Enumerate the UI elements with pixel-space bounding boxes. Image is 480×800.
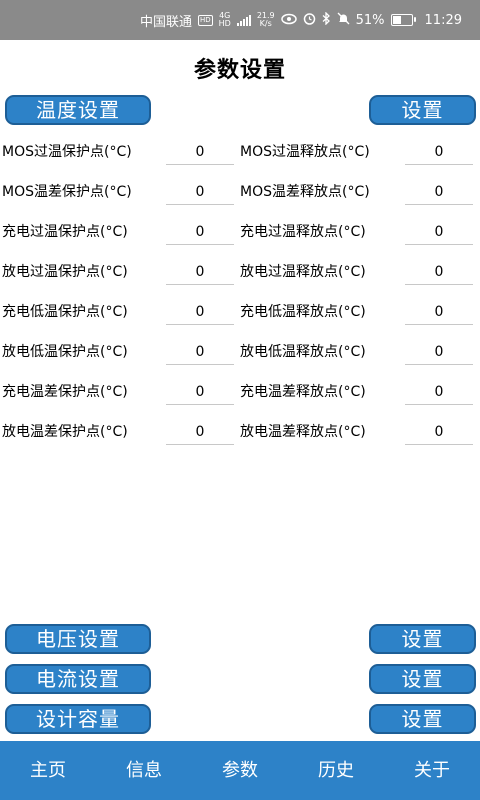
param-label: MOS温差释放点(°C) <box>240 184 370 200</box>
param-row: 充电过温保护点(°C) 0 充电过温释放点(°C) 0 <box>0 221 480 251</box>
hd-badge: HD <box>197 14 213 26</box>
eye-icon <box>280 13 297 28</box>
param-label: MOS温差保护点(°C) <box>2 184 132 200</box>
param-value-field[interactable]: 0 <box>166 301 234 325</box>
param-value-field[interactable]: 0 <box>166 221 234 245</box>
design-capacity-button[interactable]: 设计容量 <box>5 704 151 734</box>
param-value-field[interactable]: 0 <box>405 421 473 445</box>
bluetooth-icon <box>322 11 331 28</box>
network-speed: 21.9 K/s <box>257 12 275 28</box>
nav-home[interactable]: 主页 <box>0 741 96 800</box>
voltage-set-button[interactable]: 设置 <box>369 624 476 654</box>
clock: 11:29 <box>424 12 462 28</box>
param-value-field[interactable]: 0 <box>166 181 234 205</box>
param-row: MOS温差保护点(°C) 0 MOS温差释放点(°C) 0 <box>0 181 480 211</box>
current-set-button[interactable]: 设置 <box>369 664 476 694</box>
param-label: 充电温差释放点(°C) <box>240 384 366 400</box>
param-label: 放电低温释放点(°C) <box>240 344 366 360</box>
param-label: 充电过温保护点(°C) <box>2 224 128 240</box>
param-value-field[interactable]: 0 <box>166 381 234 405</box>
battery-level <box>392 16 401 24</box>
param-row: MOS过温保护点(°C) 0 MOS过温释放点(°C) 0 <box>0 141 480 171</box>
param-value-field[interactable]: 0 <box>405 221 473 245</box>
param-value-field[interactable]: 0 <box>405 141 473 165</box>
param-label: 放电过温保护点(°C) <box>2 264 128 280</box>
alarm-icon <box>303 12 316 28</box>
signal-icon <box>236 14 251 26</box>
param-value-field[interactable]: 0 <box>166 261 234 285</box>
param-label: MOS过温释放点(°C) <box>240 144 370 160</box>
current-settings-button[interactable]: 电流设置 <box>5 664 151 694</box>
param-row: 放电过温保护点(°C) 0 放电过温释放点(°C) 0 <box>0 261 480 291</box>
nav-about[interactable]: 关于 <box>384 741 480 800</box>
mute-icon <box>337 12 350 28</box>
param-label: 充电低温保护点(°C) <box>2 304 128 320</box>
speed-unit: K/s <box>259 19 272 28</box>
param-label: 放电低温保护点(°C) <box>2 344 128 360</box>
param-label: MOS过温保护点(°C) <box>2 144 132 160</box>
param-label: 放电温差保护点(°C) <box>2 424 128 440</box>
carrier-name: 中国联通 <box>139 14 192 30</box>
status-bar-right: 中国联通 HD 4G HD 21.9 K/s 51% 11:29 <box>140 0 462 40</box>
temperature-set-button[interactable]: 设置 <box>369 95 476 125</box>
param-value-field[interactable]: 0 <box>166 141 234 165</box>
design-capacity-set-button[interactable]: 设置 <box>369 704 476 734</box>
param-row: 充电温差保护点(°C) 0 充电温差释放点(°C) 0 <box>0 381 480 411</box>
param-label: 放电过温释放点(°C) <box>240 264 366 280</box>
nav-params[interactable]: 参数 <box>192 741 288 800</box>
param-value-field[interactable]: 0 <box>405 181 473 205</box>
temperature-settings-button[interactable]: 温度设置 <box>5 95 151 125</box>
param-value-field[interactable]: 0 <box>405 381 473 405</box>
nav-info[interactable]: 信息 <box>96 741 192 800</box>
voltage-settings-button[interactable]: 电压设置 <box>5 624 151 654</box>
network-type: 4G HD <box>219 12 231 28</box>
param-row: 充电低温保护点(°C) 0 充电低温释放点(°C) 0 <box>0 301 480 331</box>
param-value-field[interactable]: 0 <box>405 341 473 365</box>
battery-icon <box>390 14 416 26</box>
param-value-field[interactable]: 0 <box>405 301 473 325</box>
param-label: 充电低温释放点(°C) <box>240 304 366 320</box>
param-row: 放电低温保护点(°C) 0 放电低温释放点(°C) 0 <box>0 341 480 371</box>
page-title: 参数设置 <box>193 58 286 83</box>
param-value-field[interactable]: 0 <box>166 421 234 445</box>
network-type-bottom: HD <box>218 19 231 28</box>
bottom-nav: 主页 信息 参数 历史 关于 <box>0 741 480 800</box>
param-label: 放电温差释放点(°C) <box>240 424 366 440</box>
status-bar: 中国联通 HD 4G HD 21.9 K/s 51% 11:29 <box>0 0 480 40</box>
param-row: 放电温差保护点(°C) 0 放电温差释放点(°C) 0 <box>0 421 480 451</box>
param-value-field[interactable]: 0 <box>166 341 234 365</box>
param-label: 充电温差保护点(°C) <box>2 384 128 400</box>
nav-history[interactable]: 历史 <box>288 741 384 800</box>
param-label: 充电过温释放点(°C) <box>240 224 366 240</box>
param-value-field[interactable]: 0 <box>405 261 473 285</box>
battery-percent: 51% <box>355 12 385 28</box>
